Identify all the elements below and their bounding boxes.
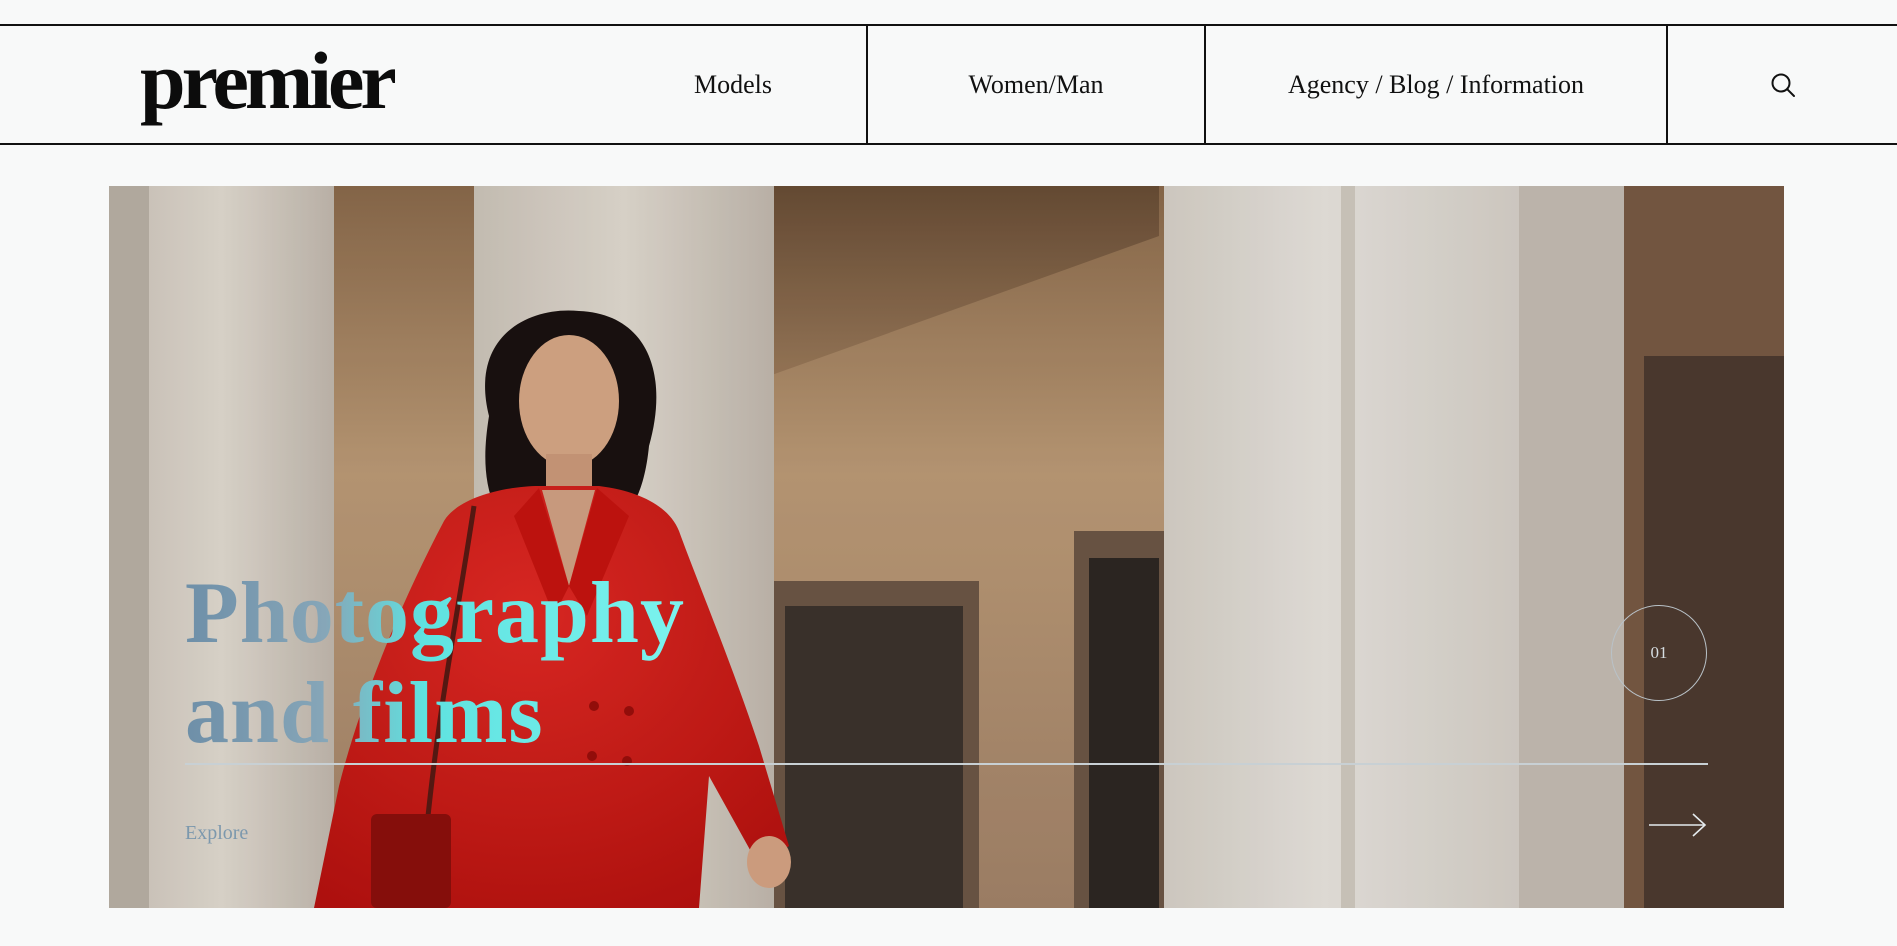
- nav-item-women-man[interactable]: Women/Man: [868, 26, 1206, 143]
- hero-background-image: [109, 186, 1784, 908]
- hero-title-line-2: and films: [185, 665, 544, 762]
- logo[interactable]: premier: [140, 40, 397, 122]
- hero-divider: [185, 763, 1708, 765]
- nav-item-models[interactable]: Models: [600, 26, 868, 143]
- hero-title: Photography and films: [185, 564, 685, 764]
- arrow-right-icon[interactable]: [1647, 810, 1709, 840]
- nav-item-agency-blog-information[interactable]: Agency / Blog / Information: [1206, 26, 1668, 143]
- hero-title-line-1: Photography: [185, 565, 685, 662]
- search-icon: [1771, 73, 1795, 97]
- search-button[interactable]: [1668, 26, 1897, 143]
- page: premier Models Women/Man Agency / Blog /…: [0, 0, 1897, 946]
- site-header: premier Models Women/Man Agency / Blog /…: [0, 24, 1897, 145]
- explore-link[interactable]: Explore: [185, 822, 248, 845]
- hero-banner: Photography and films 01 Explore: [109, 186, 1784, 908]
- slide-counter: 01: [1611, 605, 1707, 701]
